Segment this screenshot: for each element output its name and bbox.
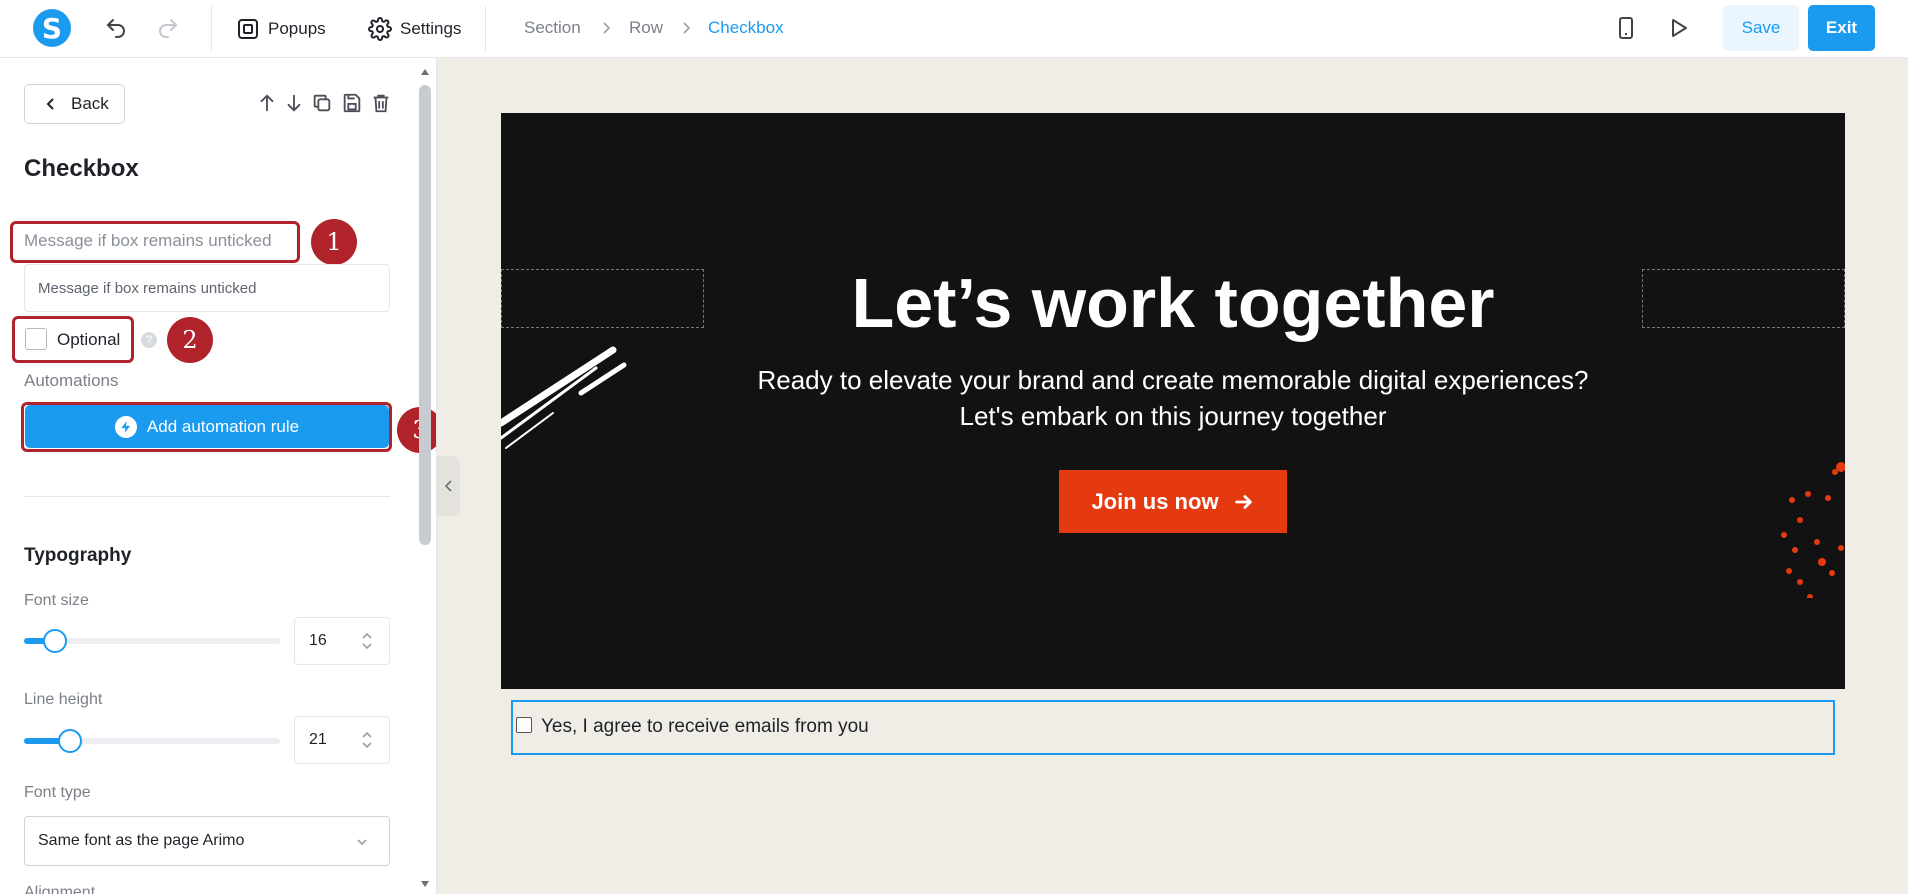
mobile-preview-icon[interactable] xyxy=(1612,14,1640,42)
scroll-thumb[interactable] xyxy=(419,85,431,545)
help-icon[interactable]: ? xyxy=(141,332,157,348)
font-size-input[interactable]: 16 xyxy=(294,617,390,665)
selected-checkbox-element[interactable]: Yes, I agree to receive emails from you xyxy=(511,700,1835,755)
optional-checkbox[interactable] xyxy=(25,328,47,350)
slider-handle[interactable] xyxy=(43,629,67,653)
agree-checkbox[interactable] xyxy=(516,717,532,733)
trash-icon[interactable] xyxy=(370,92,392,114)
exit-button[interactable]: Exit xyxy=(1808,5,1875,51)
font-size-slider[interactable] xyxy=(24,629,280,653)
font-type-label: Font type xyxy=(24,784,91,801)
stepper-icon[interactable] xyxy=(361,729,373,751)
play-preview-icon[interactable] xyxy=(1664,14,1692,42)
line-height-slider[interactable] xyxy=(24,729,280,753)
optional-label: Optional xyxy=(57,330,121,349)
undo-icon[interactable] xyxy=(102,14,130,42)
toolbar-divider xyxy=(485,6,486,52)
font-size-label: Font size xyxy=(24,592,89,609)
bolt-icon xyxy=(114,415,137,438)
sidebar-scrollbar[interactable] xyxy=(417,68,433,894)
panel-title: Checkbox xyxy=(24,155,139,182)
scroll-up-icon[interactable] xyxy=(420,68,430,76)
settings-button[interactable]: Settings xyxy=(368,14,461,44)
back-button[interactable]: Back xyxy=(24,84,125,124)
alignment-label: Alignment xyxy=(24,884,96,894)
add-automation-rule-button[interactable]: Add automation rule xyxy=(25,405,389,448)
line-height-label: Line height xyxy=(24,691,103,708)
scroll-down-icon[interactable] xyxy=(420,880,430,888)
typography-title: Typography xyxy=(24,545,132,566)
line-height-input[interactable]: 21 xyxy=(294,716,390,764)
gear-icon xyxy=(368,17,392,41)
hero-subtitle: Ready to elevate your brand and create m… xyxy=(757,365,1589,431)
breadcrumb-row[interactable]: Row xyxy=(629,18,663,38)
slider-handle[interactable] xyxy=(58,729,82,753)
duplicate-icon[interactable] xyxy=(311,92,333,114)
breadcrumb-checkbox[interactable]: Checkbox xyxy=(708,18,784,38)
top-bar: S Popups Settings Section Row Checkbox S… xyxy=(0,0,1908,58)
hero-section[interactable]: Let’s work together Ready to elevate you… xyxy=(501,113,1845,689)
editor-canvas: Let’s work together Ready to elevate you… xyxy=(437,58,1908,894)
stepper-icon[interactable] xyxy=(361,630,373,652)
message-field-label: Message if box remains unticked xyxy=(24,231,272,250)
chevron-left-icon xyxy=(444,480,452,492)
popups-button[interactable]: Popups xyxy=(236,14,326,44)
automations-label: Automations xyxy=(24,371,119,390)
popup-icon xyxy=(238,19,258,39)
save-block-icon[interactable] xyxy=(341,92,363,114)
annotation-badge-1: 1 xyxy=(311,219,357,265)
move-down-icon[interactable] xyxy=(283,92,305,114)
font-type-select[interactable]: Same font as the page Arimo xyxy=(24,816,390,866)
save-button[interactable]: Save xyxy=(1723,5,1799,51)
join-us-button[interactable]: Join us now xyxy=(1059,470,1287,533)
chevron-right-icon xyxy=(683,22,691,34)
chevron-right-icon xyxy=(603,22,611,34)
hero-title: Let’s work together xyxy=(851,264,1495,342)
section-divider xyxy=(24,496,390,497)
app-logo[interactable]: S xyxy=(33,9,71,47)
settings-sidebar: Back Checkbox Message if box remains unt… xyxy=(0,58,437,894)
breadcrumb-section[interactable]: Section xyxy=(524,18,581,38)
arrow-right-icon xyxy=(1234,494,1252,509)
annotation-badge-2: 2 xyxy=(167,317,213,363)
collapse-sidebar-handle[interactable] xyxy=(437,456,460,516)
dots-decoration xyxy=(1781,462,1845,598)
agree-label: Yes, I agree to receive emails from you xyxy=(541,716,869,737)
move-up-icon[interactable] xyxy=(256,92,278,114)
chevron-down-icon xyxy=(357,839,367,846)
chevron-left-icon xyxy=(46,98,54,110)
toolbar-divider xyxy=(211,6,212,52)
unticked-message-input[interactable]: Message if box remains unticked xyxy=(24,264,390,312)
redo-icon[interactable] xyxy=(154,14,182,42)
